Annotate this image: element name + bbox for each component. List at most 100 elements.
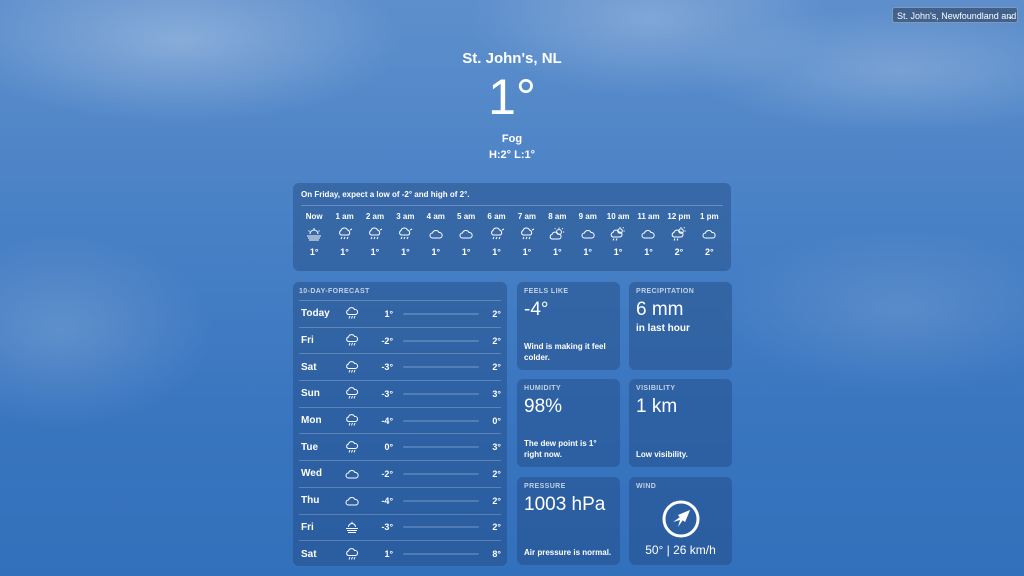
pressure-tile: PRESSURE 1003 hPa Air pressure is normal…	[517, 477, 620, 565]
high-low-text: H:2° L:1°	[488, 149, 536, 161]
compass-icon	[662, 500, 700, 538]
hour-temp: 2°	[704, 247, 714, 257]
hourly-item: 12 pm 2°	[664, 212, 694, 257]
forecast-low: 1°	[384, 549, 394, 560]
forecast-low: -3°	[381, 362, 394, 373]
cloud-drizzle-icon	[360, 223, 390, 245]
tile-value: 98%	[524, 396, 563, 417]
temperature-range-bar	[403, 339, 480, 342]
cloud-rain-icon	[340, 387, 364, 400]
hourly-item: 2 am 1°	[360, 212, 390, 257]
tile-note: Low visibility.	[636, 450, 688, 459]
hour-temp: 1°	[309, 247, 319, 257]
cloud-rain-icon	[340, 334, 364, 347]
hour-time: 2 am	[365, 212, 385, 221]
cloud-rain-icon	[340, 307, 364, 320]
hourly-item: 6 am 1°	[481, 212, 511, 257]
tile-caption: WIND	[636, 483, 657, 490]
temperature-range-bar	[403, 472, 480, 475]
forecast-day: Fri	[301, 335, 314, 347]
sun-cloud-drizzle-icon	[603, 223, 633, 245]
tile-caption: PRESSURE	[524, 483, 566, 490]
hour-time: 6 am	[487, 212, 506, 221]
forecast-high: 2°	[492, 468, 501, 479]
cloud-icon	[633, 223, 663, 245]
forecast-row[interactable]: Today 1° 2°	[299, 300, 501, 327]
hour-temp: 1°	[613, 247, 623, 257]
cloud-rain-icon	[340, 360, 364, 374]
hourly-item: 7 am 1°	[512, 212, 542, 257]
tile-caption: PRECIPITATION	[636, 288, 695, 295]
forecast-day: Wed	[301, 468, 322, 480]
forecast-row[interactable]: Thu -4° 2°	[299, 486, 501, 514]
tile-value: 1003 hPa	[524, 494, 606, 515]
tile-value: 6 mm	[636, 299, 684, 320]
current-conditions: St. John's, NL 1° Fog H:2° L:1°	[0, 50, 1024, 161]
hour-temp: 1°	[401, 247, 410, 257]
hour-time: 5 am	[457, 212, 476, 221]
wind-value: 50° | 26 km/h	[645, 543, 716, 557]
hourly-item: Now 1°	[299, 212, 329, 257]
hourly-item: 4 am 1°	[421, 212, 451, 257]
forecast-day: Thu	[301, 495, 320, 507]
forecast-low: -2°	[381, 335, 394, 346]
hourly-item: 11 am 1°	[633, 212, 663, 257]
forecast-row[interactable]: Tue 0° 3°	[299, 433, 501, 460]
forecast-low: -4°	[381, 415, 394, 426]
tile-caption: VISIBILITY	[636, 385, 676, 392]
location-select[interactable]: St. John's, Newfoundland and ⌄	[892, 7, 1018, 23]
humidity-tile: HUMIDITY 98% The dew point is 1° right n…	[517, 379, 620, 467]
hourly-item: 1 am 1°	[329, 212, 359, 257]
temperature-range-bar	[403, 446, 480, 449]
temperature-range-bar	[403, 419, 480, 422]
forecast-high: 2°	[492, 308, 501, 319]
hour-time: 4 am	[426, 212, 445, 221]
tile-caption: HUMIDITY	[524, 385, 562, 392]
hour-temp: 1°	[553, 247, 562, 257]
hour-time: 3 am	[396, 212, 415, 221]
forecast-day: Mon	[301, 415, 322, 427]
cloud-icon	[340, 469, 364, 479]
forecast-row[interactable]: Fri -3° 2°	[299, 513, 501, 541]
cloud-icon	[421, 223, 451, 245]
forecast-day: Tue	[301, 441, 319, 453]
hourly-strip: Now 1° 1 am 1° 2 am 1° 3 am 1° 4 am 1° 5 am 1° 6 am 1…	[299, 212, 725, 257]
hour-time: 9 am	[578, 212, 597, 221]
precipitation-tile: PRECIPITATION 6 mm in last hour	[629, 282, 732, 370]
forecast-row[interactable]: Fri -2° 2°	[299, 326, 501, 354]
forecast-day: Sun	[301, 388, 320, 400]
tile-value: -4°	[524, 299, 549, 320]
temperature-range-bar	[403, 392, 480, 395]
forecast-title: 10-DAY-FORECAST	[299, 288, 370, 295]
forecast-row[interactable]: Wed -2° 2°	[299, 460, 501, 487]
temperature-range-bar	[403, 312, 480, 315]
temperature-range-bar	[403, 499, 480, 502]
chevron-down-icon: ⌄	[1006, 11, 1014, 21]
forecast-row[interactable]: Sat 1° 8°	[299, 540, 501, 567]
forecast-day: Today	[301, 308, 330, 320]
forecast-row[interactable]: Mon -4° 0°	[299, 406, 501, 434]
hour-temp: 1°	[370, 247, 380, 257]
current-temperature: 1°	[488, 69, 536, 125]
city-name: St. John's, NL	[462, 50, 562, 67]
hour-time: 11 am	[637, 212, 660, 221]
cloud-rain-icon	[340, 547, 364, 561]
hourly-item: 1 pm 2°	[694, 212, 724, 257]
forecast-high: 8°	[492, 549, 501, 560]
forecast-low: -3°	[381, 522, 394, 533]
forecast-low: 0°	[384, 442, 394, 453]
hour-time: 1 am	[335, 212, 354, 221]
location-select-value: St. John's, Newfoundland and	[897, 11, 1017, 21]
forecast-row[interactable]: Sat -3° 2°	[299, 353, 501, 380]
hour-time: 1 pm	[699, 212, 719, 221]
sun-cloud-drizzle-icon	[664, 223, 694, 245]
forecast-row[interactable]: Sun -3° 3°	[299, 380, 501, 407]
temperature-range-bar	[403, 366, 480, 369]
hourly-item: 3 am 1°	[390, 212, 420, 257]
sun-fog-icon	[299, 223, 329, 245]
hourly-item: 5 am 1°	[451, 212, 481, 257]
cloud-drizzle-icon	[481, 223, 511, 245]
fog-icon	[340, 521, 364, 534]
hour-time: 7 am	[517, 212, 537, 221]
hour-temp: 1°	[644, 247, 653, 257]
